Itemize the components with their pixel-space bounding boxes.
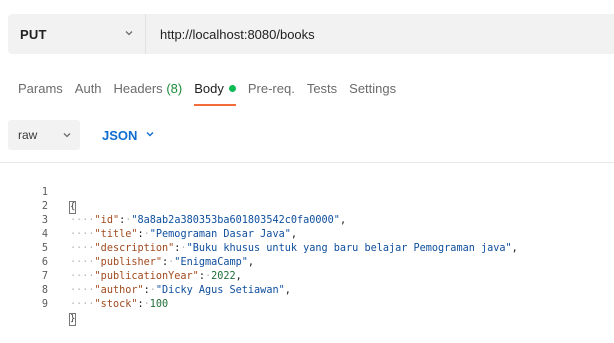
- format-label: JSON: [102, 127, 138, 143]
- tab-params[interactable]: Params: [18, 80, 63, 98]
- tab-body-label: Body: [194, 81, 224, 96]
- code-line: 6 ····"publicationYear":·2022,: [0, 242, 614, 282]
- status-dot-icon: [228, 85, 236, 92]
- chevron-down-icon: [63, 133, 71, 138]
- code-editor[interactable]: 1 { 2 ····"id":·"8a8ab2a380353ba60180354…: [0, 172, 614, 343]
- tab-pre-request[interactable]: Pre-req.: [248, 80, 295, 98]
- request-tabs: Params Auth Headers (8) Body Pre-req. Te…: [18, 80, 408, 106]
- chevron-down-icon: [146, 132, 154, 137]
- tab-headers-label: Headers: [113, 81, 163, 96]
- tab-auth[interactable]: Auth: [75, 80, 102, 98]
- tab-body[interactable]: Body: [194, 80, 236, 106]
- code-line: 2 ····"id":·"8a8ab2a380353ba601803542c0f…: [0, 186, 614, 226]
- headers-count: (8): [166, 81, 183, 96]
- url-input[interactable]: http://localhost:8080/books: [146, 14, 614, 54]
- code-line: 3 ····"title":·"Pemograman Dasar Java",: [0, 200, 614, 240]
- body-mode-dropdown[interactable]: raw: [8, 120, 80, 150]
- code-line: 9 }: [0, 284, 614, 326]
- tab-settings[interactable]: Settings: [349, 80, 396, 98]
- close-brace: }: [69, 313, 76, 326]
- tab-headers[interactable]: Headers (8): [114, 80, 183, 98]
- editor-divider: [0, 162, 614, 163]
- stock-value: 100: [149, 299, 169, 310]
- code-line: 5 ····"publisher":·"EnigmaCamp",: [0, 228, 614, 268]
- line-number: 9: [41, 299, 48, 310]
- format-dropdown[interactable]: JSON: [102, 128, 155, 143]
- code-line: 8 ····"stock":·100: [0, 270, 614, 310]
- code-line: 4 ····"description":·"Buku khusus untuk …: [0, 214, 614, 254]
- body-options: raw JSON: [8, 120, 155, 150]
- chevron-down-icon: [125, 31, 133, 36]
- request-bar: PUT http://localhost:8080/books: [8, 14, 614, 54]
- code-line: 7 ····"author":·"Dicky Agus Setiawan",: [0, 256, 614, 296]
- method-label: PUT: [20, 26, 47, 42]
- method-dropdown[interactable]: PUT: [8, 14, 146, 54]
- body-mode-label: raw: [18, 128, 38, 142]
- tab-tests[interactable]: Tests: [307, 80, 337, 98]
- code-line: 1 {: [0, 172, 614, 214]
